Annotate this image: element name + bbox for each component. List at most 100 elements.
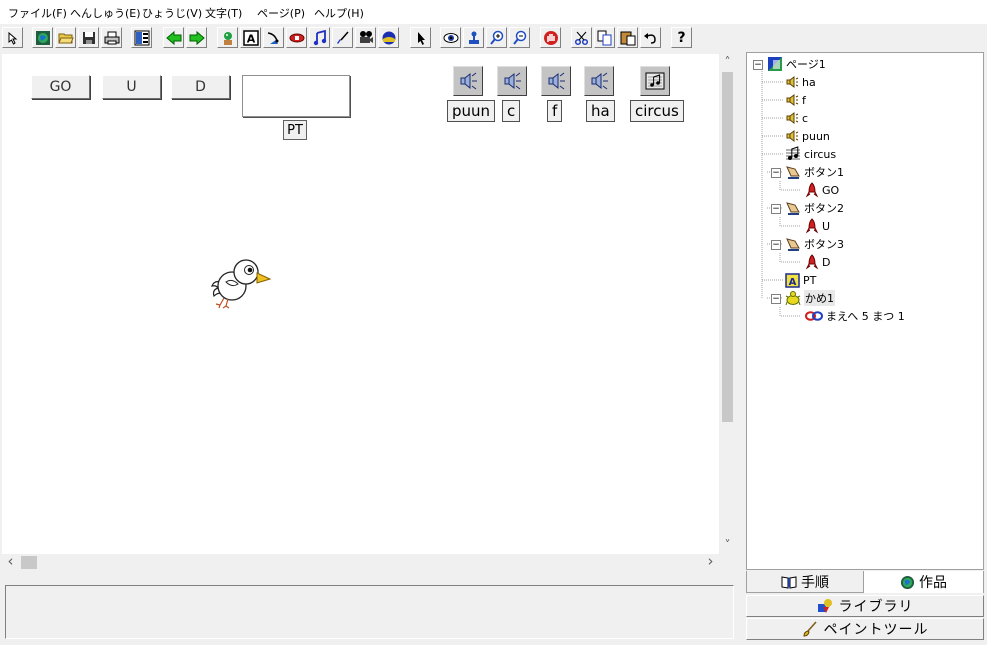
tree-item-button1[interactable]: ボタン1 [785,163,844,181]
sound-button-f[interactable] [541,66,571,96]
stamp-icon[interactable] [463,27,484,48]
tree-item-label: D [822,255,831,269]
tree-item-go[interactable]: GO [805,181,839,199]
tab-works[interactable]: 作品 [864,571,984,593]
tree-item-label: f [802,93,806,107]
speaker-icon [786,130,799,142]
tree-item-label: circus [804,147,837,161]
tree-item-label: かめ1 [804,290,835,306]
tree-item-d[interactable]: D [805,253,830,271]
character-add-icon[interactable] [217,27,238,48]
menu-page[interactable]: ページ(P) [257,5,305,21]
sound-label-c[interactable]: c [502,100,521,122]
stage-button-u[interactable]: U [102,75,161,99]
paint-tool-label: ペイントツール [823,622,929,638]
speaker-icon [786,76,799,88]
layout-icon[interactable] [131,27,152,48]
pointer-select-icon[interactable] [2,27,23,48]
eye-icon[interactable] [440,27,461,48]
tree-item-f[interactable]: f [785,91,806,109]
undo-icon[interactable] [640,27,661,48]
sphere-icon[interactable] [378,27,399,48]
tree-item-puun[interactable]: puun [785,127,830,145]
tree-item-u[interactable]: U [805,217,830,235]
tree-item-label: PT [803,273,817,287]
tree-item-turtle1[interactable]: かめ1 [785,289,835,307]
tab-label: 手順 [801,574,829,591]
music-note-icon[interactable] [309,27,330,48]
tree-item-page1[interactable]: ページ1 [767,55,826,73]
tree-item-circus[interactable]: circus [785,145,836,163]
vertical-scroll-thumb[interactable] [722,72,733,422]
tree-item-label: ページ1 [786,58,826,71]
text-box-icon[interactable]: A [240,27,261,48]
menu-help[interactable]: ヘルプ(H) [314,5,364,21]
sound-label-ha[interactable]: ha [586,100,615,122]
menu-bar: ファイル(F) へんしゅう(E) ひょうじ(V) 文字(T) ページ(P) ヘル… [0,0,987,24]
object-tree[interactable]: − ページ1 ha f c puun circus − ボタン1 GO − ボタ… [746,52,984,570]
tree-item-loop-command[interactable]: まえへ 5 まつ 1 [805,307,905,325]
stage-button-go[interactable]: GO [31,75,90,99]
speaker-icon [786,112,799,124]
cursor-arrow-icon[interactable] [410,27,431,48]
stage-button-d[interactable]: D [171,75,230,99]
tab-procedure[interactable]: 手順 [746,571,864,593]
scroll-right-arrow[interactable]: › [702,554,719,571]
rocket-icon [805,254,819,270]
copy-icon[interactable] [594,27,615,48]
stage-canvas[interactable]: GO U D PT puun c f ha circus [2,54,719,554]
globe-icon[interactable] [32,27,53,48]
print-icon[interactable] [101,27,122,48]
tree-item-label: U [822,219,831,233]
tree-expander-button1[interactable]: − [771,168,781,178]
capsule-icon[interactable] [286,27,307,48]
menu-file[interactable]: ファイル(F) [8,5,67,21]
tree-item-c[interactable]: c [785,109,808,127]
antenna-icon[interactable] [263,27,284,48]
save-disk-icon[interactable] [78,27,99,48]
horizontal-scroll-thumb[interactable] [21,556,37,569]
scroll-up-arrow[interactable]: ˄ [719,54,736,71]
page-icon [768,57,782,71]
paint-tool-button[interactable]: ペイントツール [746,618,984,640]
sound-button-circus[interactable] [640,66,670,96]
sound-label-circus[interactable]: circus [630,100,684,122]
open-folder-icon[interactable] [55,27,76,48]
vertical-scrollbar[interactable]: ˄ ˅ [719,54,736,554]
scroll-down-arrow[interactable]: ˅ [719,537,736,554]
forward-arrow-icon[interactable] [186,27,207,48]
stop-hand-icon[interactable] [540,27,561,48]
menu-edit[interactable]: へんしゅう(E) [70,5,141,21]
sound-button-c[interactable] [497,66,527,96]
book-icon [781,575,797,589]
rocket-icon [805,182,819,198]
menu-text[interactable]: 文字(T) [205,5,242,21]
scroll-left-arrow[interactable]: ‹ [2,554,19,571]
back-arrow-icon[interactable] [163,27,184,48]
tree-expander-button3[interactable]: − [771,240,781,250]
tree-item-button2[interactable]: ボタン2 [785,199,844,217]
sound-button-puun[interactable] [453,66,483,96]
library-button[interactable]: ライブラリ [746,595,984,617]
tree-item-pt[interactable]: A PT [785,271,816,289]
cut-icon[interactable] [571,27,592,48]
menu-view[interactable]: ひょうじ(V) [142,5,202,21]
sound-label-puun[interactable]: puun [447,100,496,122]
bird-character[interactable] [208,252,272,310]
horizontal-scrollbar[interactable]: ‹ › [2,554,719,571]
projector-icon[interactable] [355,27,376,48]
tree-expander-page[interactable]: − [753,60,763,70]
tree-item-ha[interactable]: ha [785,73,816,91]
tree-item-button3[interactable]: ボタン3 [785,235,844,253]
brush-icon[interactable] [332,27,353,48]
sound-label-f[interactable]: f [547,100,563,122]
stage-text-box[interactable] [242,75,350,117]
tree-expander-turtle[interactable]: − [771,294,781,304]
help-question-icon[interactable]: ? [671,27,692,48]
paste-icon[interactable] [617,27,638,48]
sound-button-ha[interactable] [584,66,614,96]
pt-label[interactable]: PT [283,120,307,140]
tree-expander-button2[interactable]: − [771,204,781,214]
zoom-in-icon[interactable] [486,27,507,48]
zoom-out-icon[interactable] [509,27,530,48]
